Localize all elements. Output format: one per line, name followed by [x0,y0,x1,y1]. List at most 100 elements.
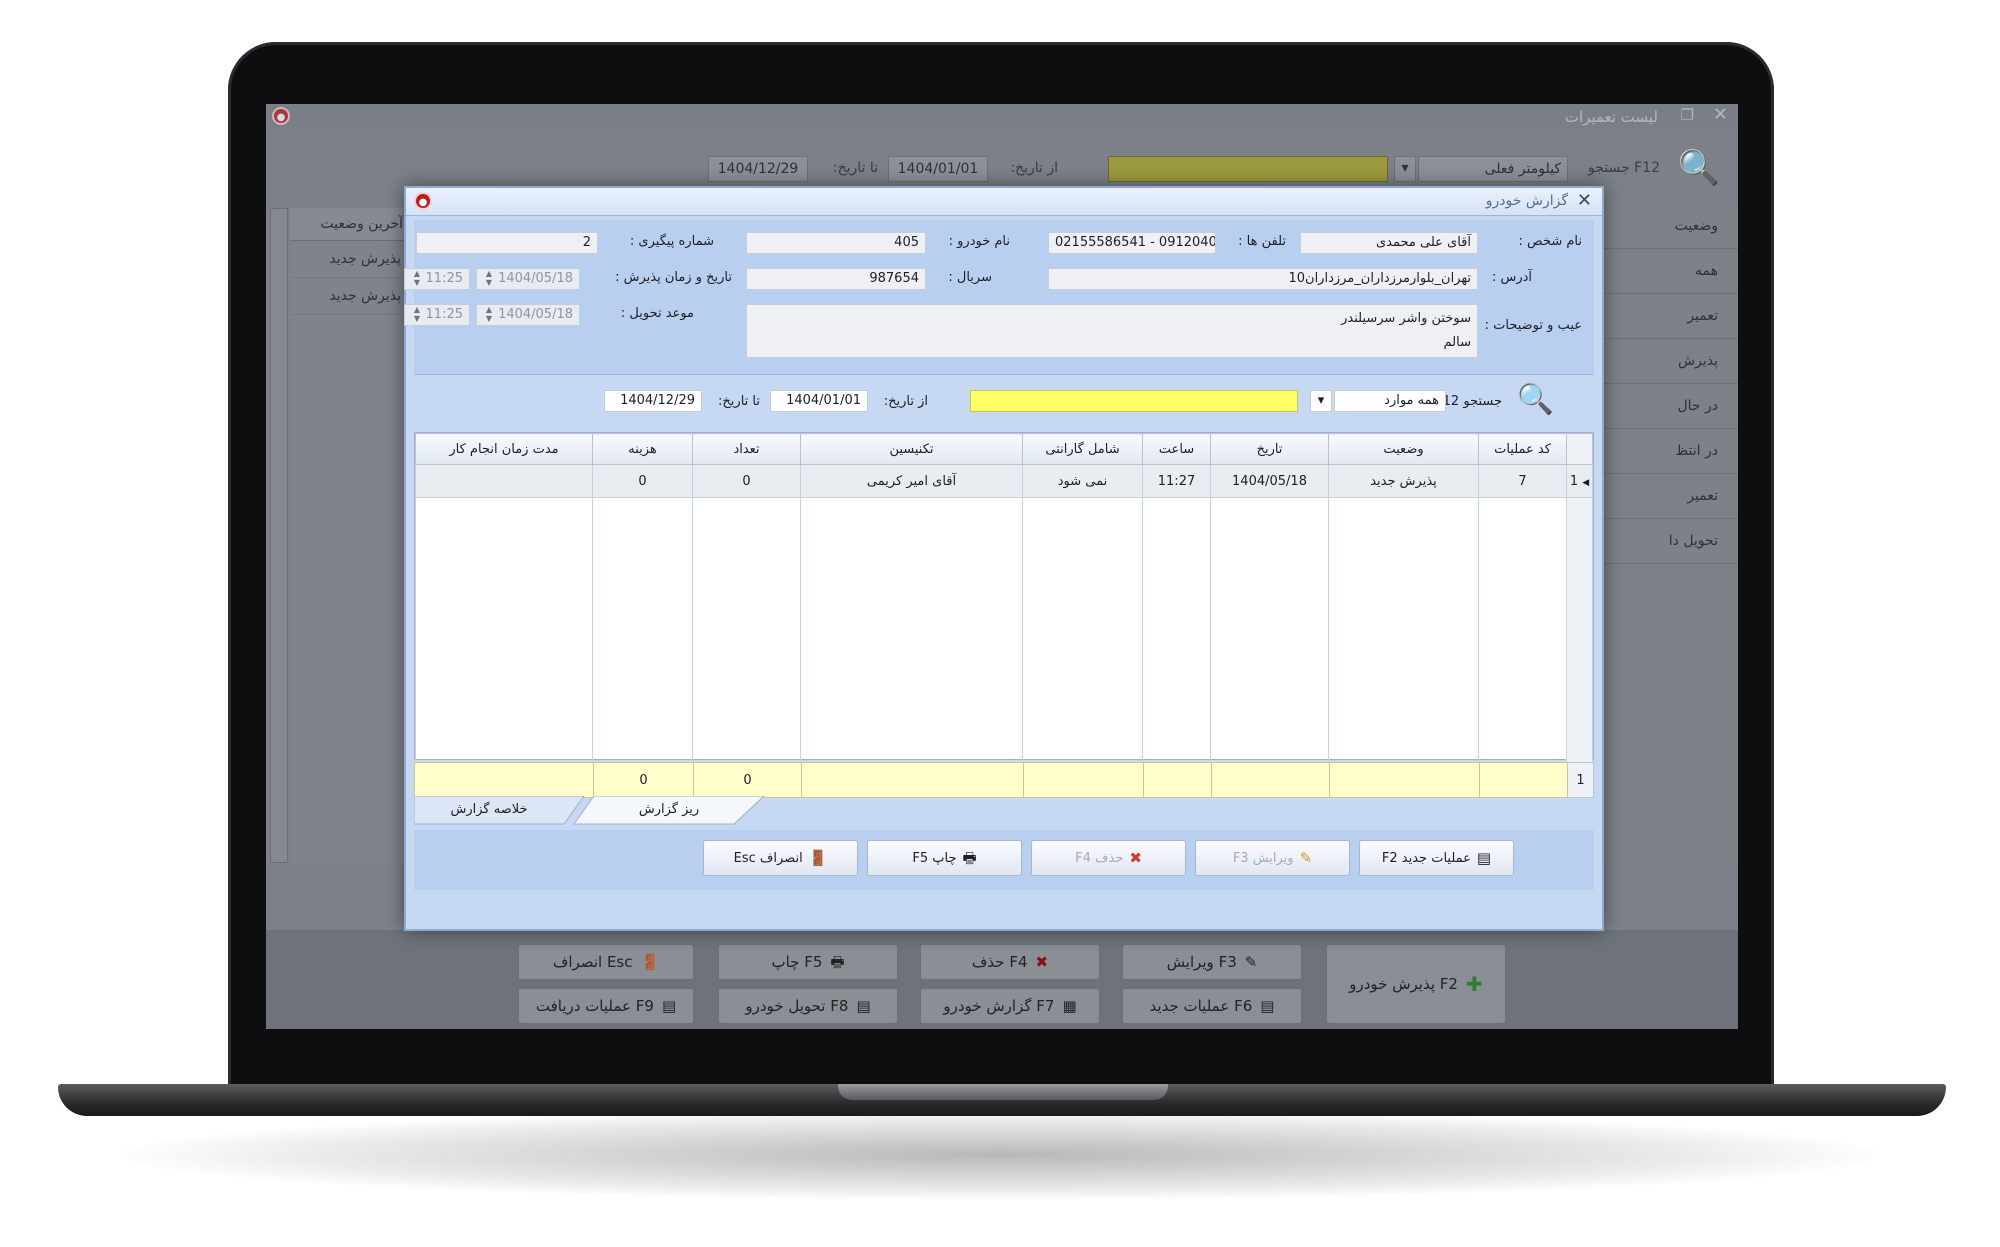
report-icon: ▦ [1062,996,1077,1015]
status-item[interactable]: در حال [1598,384,1738,429]
print-button[interactable]: 🖶 چاپ F5 [867,840,1022,876]
from-date-field[interactable]: 1404/01/01 ▲▼ [770,390,868,412]
car-name-field[interactable]: 405 [746,232,926,254]
delivery-time-field[interactable]: 11:25 ▲ ▼ [404,304,470,326]
from-date-label: از تاریخ: [883,394,928,409]
bg-deliver-label: تحویل خودرو F8 [745,997,849,1015]
column-header[interactable]: هزینه [592,433,693,465]
laptop-shadow [120,1110,1880,1200]
search-input[interactable] [970,390,1298,412]
bg-receive-ops-button[interactable]: عملیات دریافت F9 ▤ [518,988,694,1024]
status-item[interactable]: در انتظ [1598,429,1738,474]
status-item[interactable]: تعمیر [1598,294,1738,339]
tab-detail-report[interactable]: ریز گزارش [584,796,754,824]
edit-button[interactable]: ✎ ویرایش F3 [1195,840,1350,876]
new-ops-button[interactable]: ▤ عملیات جدید F2 [1359,840,1514,876]
bg-receive-ops-label: عملیات دریافت F9 [535,997,654,1015]
close-icon[interactable]: ✕ [1713,104,1728,125]
list-item[interactable]: پذیرش جدید [290,241,409,278]
serial-field[interactable]: 987654 [746,268,926,290]
column-header[interactable]: تعداد [692,433,801,465]
restore-icon[interactable]: ❐ [1681,106,1694,124]
delivery-date-field[interactable]: 1404/05/18 ▲ ▼ [476,304,580,326]
pencil-icon: ✎ [1244,952,1258,971]
spinner-icon[interactable]: ▲▼ [411,305,423,323]
status-item[interactable]: پذیرش [1598,339,1738,384]
status-item[interactable]: تحویل دا [1598,519,1738,564]
address-field[interactable]: تهران_بلوارمرزداران_مرزداران10 [1048,268,1478,290]
table-cell: 7 [1478,464,1567,498]
background-window-title: لیست تعمیرات [1564,108,1658,126]
spinner-icon[interactable]: ▲▼ [611,411,623,412]
column-header[interactable]: ساعت [1142,433,1211,465]
search-icon[interactable]: 🔍 [1517,382,1554,417]
scrollbar[interactable] [270,208,288,863]
table-cell: 11:27 [1142,464,1211,498]
to-date-value: 1404/12/29 [620,393,695,408]
from-date-field[interactable]: 1404/01/01 [888,156,988,182]
to-date-label: تا تاریخ: [832,160,878,176]
bg-print-button[interactable]: چاپ F5 🖶 [718,944,898,980]
bg-cancel-button[interactable]: انصراف Esc 🚪 [518,944,694,980]
fault-textarea[interactable]: سوختن واشر سرسیلندر سالم [746,304,1478,358]
tracking-field[interactable]: 2 [416,232,598,254]
spinner-icon[interactable]: ▲▼ [777,411,789,412]
report-tabs: ریز گزارش خلاصه گزارش [414,796,1594,826]
tracking-label: شماره پیگیری : [629,234,714,249]
table-cell: 0 [592,464,693,498]
form-icon: ▤ [1476,848,1492,867]
list-item[interactable]: پذیرش جدید [290,278,409,315]
form-icon: ▤ [1260,996,1275,1015]
fault-label: عیب و توضیحات : [1484,318,1582,333]
close-icon[interactable]: ✕ [1577,190,1592,211]
tab-summary-report[interactable]: خلاصه گزارش [414,796,564,824]
delivery-label: موعد تحویل : [620,306,694,321]
bg-report-button[interactable]: گزارش خودرو F7 ▦ [920,988,1100,1024]
column-header[interactable]: تکنیسین [800,433,1023,465]
bg-edit-button[interactable]: ویرایش F3 ✎ [1122,944,1302,980]
phones-field[interactable]: 02155586541 - 09120408310 [1048,232,1216,254]
background-window-titlebar: ● لیست تعمیرات ❐ ✕ [266,104,1738,130]
column-header[interactable]: تاریخ [1210,433,1329,465]
printer-icon: 🖶 [830,952,845,971]
to-date-field[interactable]: 1404/12/29 ▲▼ [604,390,702,412]
grid-footer: 1 0 0 [414,762,1594,798]
admit-datetime-label: تاریخ و زمان پذیرش : [615,270,732,285]
search-scope-select[interactable]: همه موارد [1334,390,1446,412]
chevron-down-icon[interactable]: ▾ [1394,156,1416,182]
spinner-icon[interactable]: ▲▼ [411,269,423,287]
search-input[interactable] [1108,156,1388,182]
app-logo-icon: ● [414,192,432,210]
bg-admit-button[interactable]: پذیرش خودرو F2 ✚ [1326,944,1506,1024]
column-header[interactable]: وضعیت [1328,433,1479,465]
status-item[interactable]: همه [1598,249,1738,294]
table-cell: نمی شود [1022,464,1143,498]
delete-button[interactable]: ✖ حذف F4 [1031,840,1186,876]
status-item[interactable]: تعمیر [1598,474,1738,519]
column-header[interactable]: مدت زمان انجام کار [415,433,593,465]
bg-delete-button[interactable]: حذف F4 ✖ [920,944,1100,980]
bg-deliver-button[interactable]: تحویل خودرو F8 ▤ [718,988,898,1024]
phones-label: تلفن ها : [1238,234,1286,249]
serial-label: سریال : [948,270,992,285]
bg-new-ops-label: عملیات جدید F6 [1149,997,1253,1015]
to-date-field[interactable]: 1404/12/29 [708,156,808,182]
spinner-icon[interactable]: ▲▼ [483,305,495,323]
spinner-icon[interactable]: ▲▼ [483,269,495,287]
search-icon[interactable]: 🔍 [1678,148,1720,188]
search-field-select[interactable]: کیلومتر فعلی [1418,156,1568,182]
column-header[interactable]: شامل گارانتی [1022,433,1143,465]
table-cell: 0 [692,464,801,498]
bg-admit-label: پذیرش خودرو F2 [1349,975,1458,993]
person-field[interactable]: آقای علی محمدی [1300,232,1478,254]
cancel-button[interactable]: 🚪 انصراف Esc [703,840,858,876]
table-row[interactable]: ◀ 1 7 پذیرش جدید 1404/05/18 11:27 نمی شو… [415,464,1593,498]
admit-time-field[interactable]: 11:25 ▲ ▼ [404,268,470,290]
admit-date-field[interactable]: 1404/05/18 ▲ ▼ [476,268,580,290]
chevron-down-icon[interactable]: ▾ [1310,390,1332,412]
bg-new-ops-button[interactable]: عملیات جدید F6 ▤ [1122,988,1302,1024]
status-panel: وضعیت همه تعمیر پذیرش در حال در انتظ تعم… [1598,204,1738,864]
column-header[interactable]: کد عملیات [1478,433,1567,465]
search-label: جستجو F12 [1588,160,1660,176]
delete-x-icon: ✖ [1129,848,1142,867]
